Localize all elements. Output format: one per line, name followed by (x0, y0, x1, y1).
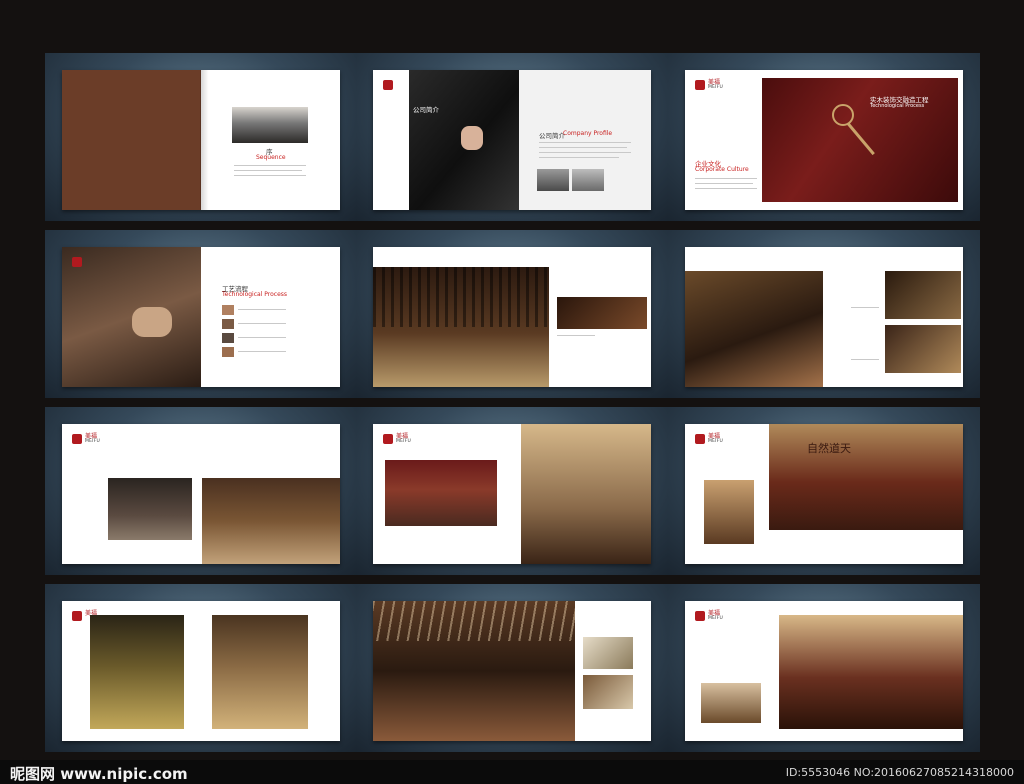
image-id: ID:5553046 NO:20160627085214318000 (785, 766, 1014, 779)
room-photo (557, 297, 647, 329)
meifu-logo-icon (383, 80, 393, 90)
logo-en: MEIFU (85, 439, 100, 444)
spread-dining-room[interactable] (356, 230, 668, 398)
spread-corridor[interactable]: 美福 (45, 584, 357, 752)
cover-panel (62, 70, 201, 210)
study-photo (685, 271, 823, 387)
step-thumb (222, 305, 234, 315)
handshake-photo (409, 70, 519, 210)
forest-photo (232, 107, 308, 143)
corridor-photo (90, 615, 184, 729)
meifu-logo-icon (383, 434, 393, 444)
text-line (695, 178, 757, 180)
room-photo (583, 675, 633, 709)
watermark-bar: 昵图网 www.nipic.com ID:5553046 NO:20160627… (0, 760, 1024, 784)
spread-page (685, 247, 963, 387)
room-photo (704, 480, 754, 544)
spread-page: 美福 MEIFU (373, 424, 651, 564)
calligraphy-board: 自然道天 (807, 442, 851, 455)
text-line (557, 335, 595, 337)
room-photo (885, 271, 961, 319)
pavilion-photo (373, 601, 575, 741)
meifu-logo-icon (72, 257, 82, 267)
spread-page (373, 247, 651, 387)
office-photo (572, 169, 604, 191)
living-photo (385, 460, 497, 526)
text-line (695, 188, 757, 190)
spread-page: 美福 MEIFU (62, 424, 340, 564)
meeting-photo (537, 169, 569, 191)
text-line (238, 351, 286, 353)
text-line (539, 142, 631, 144)
culture-en: Corporate Culture (695, 166, 749, 173)
lobby-photo (212, 615, 308, 729)
library-photo (202, 478, 340, 564)
spread-pavilion[interactable] (356, 584, 668, 752)
spread-page: 美福 (62, 601, 340, 741)
spread-study-room[interactable] (668, 230, 980, 398)
spread-cover-sequence[interactable]: 序 Sequence (45, 53, 357, 221)
logo-en: MEIFU (708, 439, 723, 444)
text-line (238, 323, 286, 325)
meifu-logo-icon (72, 434, 82, 444)
text-line (234, 170, 302, 172)
spread-lounge[interactable]: 美福 MEIFU (668, 584, 980, 752)
room-photo (583, 637, 633, 669)
hall-photo (769, 424, 963, 530)
meifu-logo-icon (695, 80, 705, 90)
text-line (851, 307, 879, 309)
text-line (234, 165, 306, 167)
brochure-spread-grid: 序 Sequence 公司简介 公司简介 Company Profile 美福 … (0, 0, 1024, 760)
spread-page: 工艺流程 Technological Process (62, 247, 340, 387)
site-watermark: 昵图网 www.nipic.com (10, 765, 188, 783)
spread-page: 公司简介 公司简介 Company Profile (373, 70, 651, 210)
spread-living-room[interactable]: 美福 MEIFU (356, 407, 668, 575)
text-line (695, 183, 753, 185)
chandelier-photo (521, 424, 651, 564)
step-thumb (222, 319, 234, 329)
process-en: Technological Process (222, 291, 288, 298)
office-photo (108, 478, 192, 540)
step-thumb (222, 333, 234, 343)
profile-zh: 公司简介 (539, 132, 565, 140)
dining-photo (373, 267, 549, 387)
spread-page (373, 601, 651, 741)
text-line (851, 359, 879, 361)
logo-en: MEIFU (708, 85, 723, 90)
text-line (238, 309, 286, 311)
text-line (238, 337, 286, 339)
spread-page: 美福 MEIFU 企业文化 Corporate Culture 实木装饰交融造工… (685, 70, 963, 210)
text-line (234, 175, 306, 177)
spread-technological-process[interactable]: 工艺流程 Technological Process (45, 230, 357, 398)
spine-shadow (200, 70, 212, 210)
spread-page: 美福 MEIFU 自然道天 (685, 424, 963, 564)
profile-zh-dark: 公司简介 (413, 106, 439, 114)
meifu-logo-icon (72, 611, 82, 621)
profile-en: Company Profile (563, 130, 613, 137)
text-line (539, 152, 631, 154)
hero-sub: Technological Process (870, 103, 925, 109)
logo-en: MEIFU (396, 439, 411, 444)
spread-company-profile[interactable]: 公司简介 公司简介 Company Profile (356, 53, 668, 221)
text-line (539, 147, 627, 149)
meifu-logo-icon (695, 611, 705, 621)
spread-page: 美福 MEIFU (685, 601, 963, 741)
meifu-logo-icon (695, 434, 705, 444)
spread-corporate-culture[interactable]: 美福 MEIFU 企业文化 Corporate Culture 实木装饰交融造工… (668, 53, 980, 221)
craftsman-photo (62, 247, 201, 387)
spread-office[interactable]: 美福 MEIFU (45, 407, 357, 575)
step-thumb (222, 347, 234, 357)
spread-page: 序 Sequence (62, 70, 340, 210)
lounge-photo (779, 615, 963, 729)
spread-calligraphy-hall[interactable]: 美福 MEIFU 自然道天 (668, 407, 980, 575)
sequence-en: Sequence (256, 154, 286, 161)
text-line (539, 157, 619, 159)
logo-en: MEIFU (708, 616, 723, 621)
room-photo (701, 683, 761, 723)
room-photo (885, 325, 961, 373)
